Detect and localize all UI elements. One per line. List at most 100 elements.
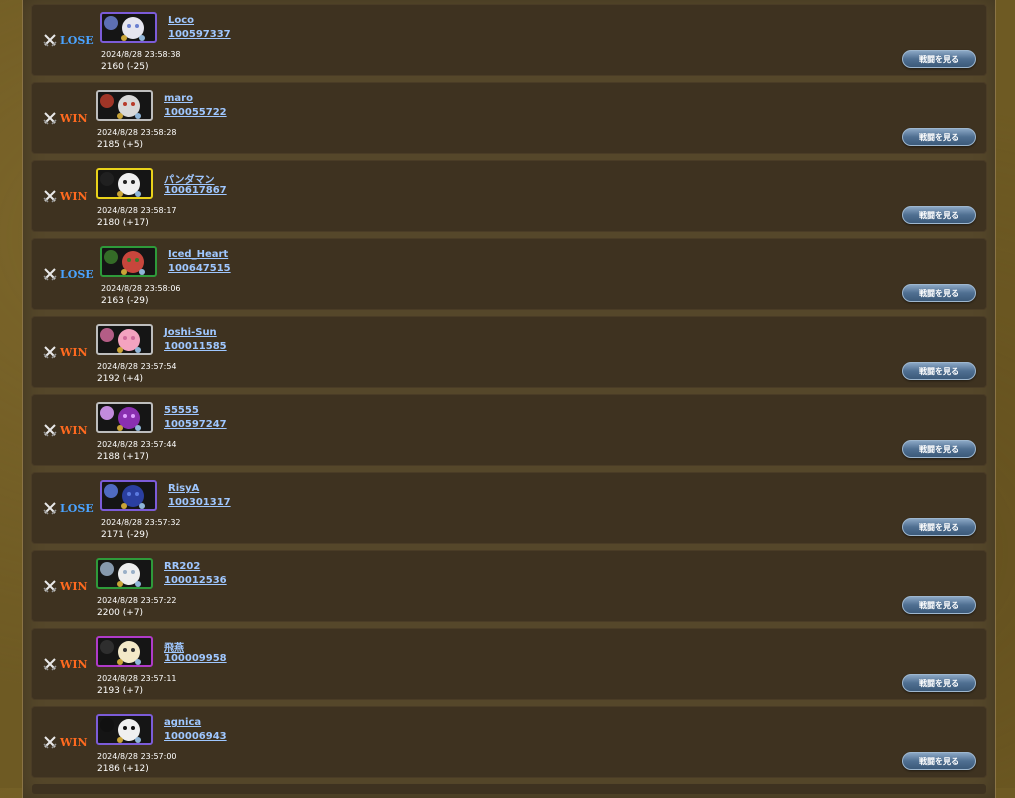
character-avatar[interactable] xyxy=(96,714,153,745)
player-id-link[interactable]: 100597247 xyxy=(164,419,227,430)
player-id-link[interactable]: 100647515 xyxy=(168,263,231,274)
crossed-swords-icon xyxy=(43,580,57,593)
match-timestamp: 2024/8/28 23:57:54 xyxy=(97,362,177,371)
blue-beast-character-icon xyxy=(104,484,145,509)
rating-change: 2186 (+12) xyxy=(97,764,149,774)
crossed-swords-icon xyxy=(43,424,57,437)
watch-battle-button[interactable]: 戦闘を見る xyxy=(902,50,976,68)
result-label: WIN xyxy=(60,345,88,359)
rating-change: 2188 (+17) xyxy=(97,452,149,462)
match-row: LOSE Iced_Heart 100647515 2024/8/28 23:58:0… xyxy=(32,239,986,309)
watch-battle-button[interactable]: 戦闘を見る xyxy=(902,596,976,614)
match-result: WIN xyxy=(43,733,88,751)
match-result: WIN xyxy=(43,187,88,205)
watch-battle-button[interactable]: 戦闘を見る xyxy=(902,752,976,770)
player-id-link[interactable]: 100006943 xyxy=(164,731,227,742)
player-id-link[interactable]: 100301317 xyxy=(168,497,231,508)
match-timestamp: 2024/8/28 23:58:28 xyxy=(97,128,177,137)
watch-battle-button[interactable]: 戦闘を見る xyxy=(902,674,976,692)
character-avatar[interactable] xyxy=(100,246,157,277)
watch-battle-button[interactable]: 戦闘を見る xyxy=(902,362,976,380)
result-label: WIN xyxy=(60,423,88,437)
match-timestamp: 2024/8/28 23:58:17 xyxy=(97,206,177,215)
character-avatar[interactable] xyxy=(96,90,153,121)
match-row: WIN パンダマン 100617867 2024/8/28 23:58:17 2180 … xyxy=(32,161,986,231)
watch-battle-button[interactable]: 戦闘を見る xyxy=(902,284,976,302)
dark-portrait-character-icon xyxy=(100,718,141,743)
match-timestamp: 2024/8/28 23:57:32 xyxy=(101,518,181,527)
character-avatar[interactable] xyxy=(96,402,153,433)
player-id-link[interactable]: 100617867 xyxy=(164,185,227,196)
match-row: LOSE RisyA 100301317 2024/8/28 23:57:32 2171… xyxy=(32,473,986,543)
player-name-link[interactable]: Joshi-Sun xyxy=(164,327,217,338)
watch-battle-button[interactable]: 戦闘を見る xyxy=(902,128,976,146)
match-row: WIN 55555 100597247 2024/8/28 23:57:44 2188 … xyxy=(32,395,986,465)
result-label: WIN xyxy=(60,111,88,125)
match-result: WIN xyxy=(43,655,88,673)
result-label: LOSE xyxy=(60,267,94,281)
mask-character-icon xyxy=(100,640,141,665)
player-id-link[interactable]: 100012536 xyxy=(164,575,227,586)
purple-orb-character-icon xyxy=(100,406,141,431)
match-timestamp: 2024/8/28 23:57:44 xyxy=(97,440,177,449)
match-timestamp: 2024/8/28 23:57:22 xyxy=(97,596,177,605)
match-result: LOSE xyxy=(43,265,94,283)
player-name-link[interactable]: 飛燕 xyxy=(164,639,184,654)
result-label: WIN xyxy=(60,657,88,671)
crossed-swords-icon xyxy=(43,502,57,515)
rating-change: 2163 (-29) xyxy=(101,296,149,306)
player-id-link[interactable]: 100055722 xyxy=(164,107,227,118)
match-row: LOSE Loco 100597337 2024/8/28 23:58:38 2160 … xyxy=(32,5,986,75)
player-name-link[interactable]: agnica xyxy=(164,717,201,728)
player-name-link[interactable]: Iced_Heart xyxy=(168,249,228,260)
crossed-swords-icon xyxy=(43,112,57,125)
character-avatar[interactable] xyxy=(100,480,157,511)
match-row: WIN Joshi-Sun 100011585 2024/8/28 23:57:54 2… xyxy=(32,317,986,387)
rating-change: 2192 (+4) xyxy=(97,374,144,384)
crossed-swords-icon xyxy=(43,34,57,47)
pink-hair-character-icon xyxy=(100,328,141,353)
player-name-link[interactable]: RisyA xyxy=(168,483,199,494)
character-avatar[interactable] xyxy=(96,324,153,355)
white-robot-character-icon xyxy=(100,562,141,587)
player-name-link[interactable]: Loco xyxy=(168,15,194,26)
crossed-swords-icon xyxy=(43,346,57,359)
result-label: WIN xyxy=(60,189,88,203)
match-result: WIN xyxy=(43,421,88,439)
crossed-swords-icon xyxy=(43,268,57,281)
rating-change: 2160 (-25) xyxy=(101,62,149,72)
match-row: WIN maro 100055722 2024/8/28 23:58:28 2185 (… xyxy=(32,83,986,153)
match-timestamp: 2024/8/28 23:57:00 xyxy=(97,752,177,761)
player-name-link[interactable]: maro xyxy=(164,93,193,104)
rating-change: 2200 (+7) xyxy=(97,608,144,618)
player-id-link[interactable]: 100597337 xyxy=(168,29,231,40)
character-avatar[interactable] xyxy=(100,12,157,43)
watch-battle-button[interactable]: 戦闘を見る xyxy=(902,440,976,458)
crossed-swords-icon xyxy=(43,190,57,203)
rating-change: 2185 (+5) xyxy=(97,140,144,150)
character-avatar[interactable] xyxy=(96,636,153,667)
rating-change: 2171 (-29) xyxy=(101,530,149,540)
rating-change: 2180 (+17) xyxy=(97,218,149,228)
player-name-link[interactable]: RR202 xyxy=(164,561,200,572)
crossed-swords-icon xyxy=(43,658,57,671)
result-label: WIN xyxy=(60,735,88,749)
match-timestamp: 2024/8/28 23:58:38 xyxy=(101,50,181,59)
match-result: WIN xyxy=(43,109,88,127)
player-name-link[interactable]: パンダマン xyxy=(164,171,215,186)
character-avatar[interactable] xyxy=(96,168,153,199)
player-id-link[interactable]: 100009958 xyxy=(164,653,227,664)
match-result: LOSE xyxy=(43,31,94,49)
watch-battle-button[interactable]: 戦闘を見る xyxy=(902,206,976,224)
next-match-row-partial xyxy=(32,784,986,794)
character-avatar[interactable] xyxy=(96,558,153,589)
player-id-link[interactable]: 100011585 xyxy=(164,341,227,352)
panda-character-icon xyxy=(100,172,141,197)
result-label: WIN xyxy=(60,579,88,593)
player-name-link[interactable]: 55555 xyxy=(164,405,199,416)
ghost-character-icon xyxy=(104,16,145,41)
match-row: WIN RR202 100012536 2024/8/28 23:57:22 2200 … xyxy=(32,551,986,621)
watch-battle-button[interactable]: 戦闘を見る xyxy=(902,518,976,536)
flower-character-icon xyxy=(104,250,145,275)
match-row: WIN agnica 100006943 2024/8/28 23:57:00 2186… xyxy=(32,707,986,777)
